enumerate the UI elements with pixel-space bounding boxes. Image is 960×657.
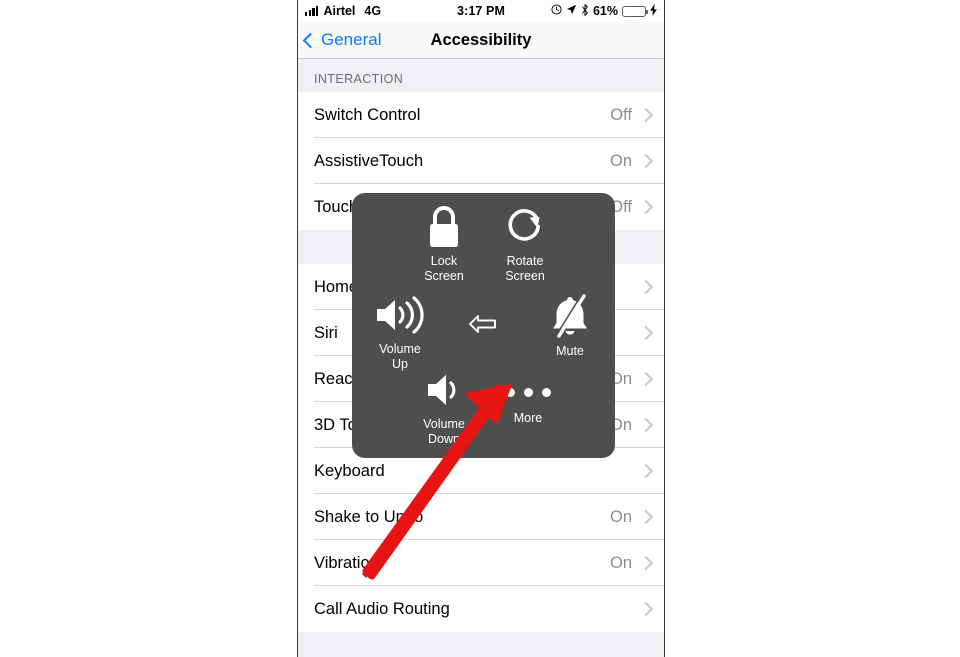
volume-up-icon — [373, 293, 427, 337]
chevron-right-icon — [638, 417, 654, 433]
chevron-right-icon — [638, 509, 654, 525]
chevron-left-icon — [302, 32, 319, 48]
lock-icon — [424, 205, 464, 249]
chevron-right-icon — [638, 463, 654, 479]
assistivetouch-rotate-screen-button[interactable]: Rotate Screen — [485, 205, 565, 283]
row-value: On — [609, 151, 632, 170]
alarm-clock-icon — [551, 4, 562, 18]
section-header-interaction: INTERACTION — [298, 59, 664, 92]
table-row[interactable]: AssistiveTouch On — [298, 138, 664, 184]
assistivetouch-lock-screen-button[interactable]: Lock Screen — [404, 205, 484, 283]
chevron-right-icon — [638, 107, 654, 123]
assistivetouch-back-button[interactable] — [462, 313, 504, 335]
assistivetouch-item-label: Volume Down — [423, 417, 465, 446]
back-button-label: General — [321, 30, 382, 49]
rotate-icon — [503, 205, 547, 249]
table-row[interactable]: Switch Control Off — [298, 92, 664, 138]
assistivetouch-item-label: More — [513, 411, 543, 425]
location-arrow-icon — [566, 4, 577, 18]
arrow-left-icon — [468, 313, 498, 335]
table-row[interactable]: Shake to Undo On — [298, 494, 664, 540]
assistivetouch-item-label: Volume Up — [379, 342, 421, 371]
row-label: Switch Control — [314, 105, 421, 124]
chevron-right-icon — [638, 371, 654, 387]
chevron-right-icon — [638, 279, 654, 295]
table-row[interactable]: Call Audio Routing — [298, 586, 664, 632]
row-value: Off — [610, 105, 632, 124]
chevron-right-icon — [638, 325, 654, 341]
chevron-right-icon — [638, 153, 654, 169]
three-dots-icon — [505, 378, 551, 406]
chevron-right-icon — [638, 199, 654, 215]
back-button[interactable]: General — [298, 30, 381, 50]
row-label: Vibration — [314, 553, 379, 572]
bluetooth-icon — [581, 3, 589, 19]
assistivetouch-more-button[interactable]: More — [488, 378, 568, 426]
chevron-right-icon — [638, 555, 654, 571]
assistivetouch-item-label: Mute — [556, 344, 584, 358]
row-value: On — [609, 507, 632, 526]
assistivetouch-item-label: Rotate Screen — [505, 254, 545, 283]
assistivetouch-item-label: Lock Screen — [424, 254, 464, 283]
table-row[interactable]: Vibration On — [298, 540, 664, 586]
bell-slash-icon — [546, 293, 594, 339]
assistivetouch-volume-up-button[interactable]: Volume Up — [360, 293, 440, 371]
row-label: AssistiveTouch — [314, 151, 424, 170]
volume-down-icon — [424, 368, 464, 412]
assistivetouch-menu[interactable]: Lock Screen Rotate Screen Volume Up Mute… — [352, 193, 615, 458]
list-footer-spacer — [298, 632, 664, 657]
row-label: Keyboard — [314, 461, 385, 480]
phone-screenshot: Airtel 4G 3:17 PM 61% General Accessibil… — [297, 0, 665, 657]
navigation-bar: General Accessibility — [298, 22, 664, 59]
assistivetouch-volume-down-button[interactable]: Volume Down — [404, 368, 484, 446]
battery-percent-label: 61% — [592, 4, 618, 18]
battery-icon — [622, 5, 649, 17]
row-value: On — [609, 553, 632, 572]
row-label: Call Audio Routing — [314, 599, 450, 618]
row-label: Shake to Undo — [314, 507, 424, 526]
assistivetouch-mute-button[interactable]: Mute — [530, 293, 610, 359]
chevron-right-icon — [638, 601, 654, 617]
lightning-bolt-icon — [650, 3, 657, 19]
status-bar-right: 61% — [551, 3, 657, 19]
status-bar: Airtel 4G 3:17 PM 61% — [298, 0, 664, 22]
